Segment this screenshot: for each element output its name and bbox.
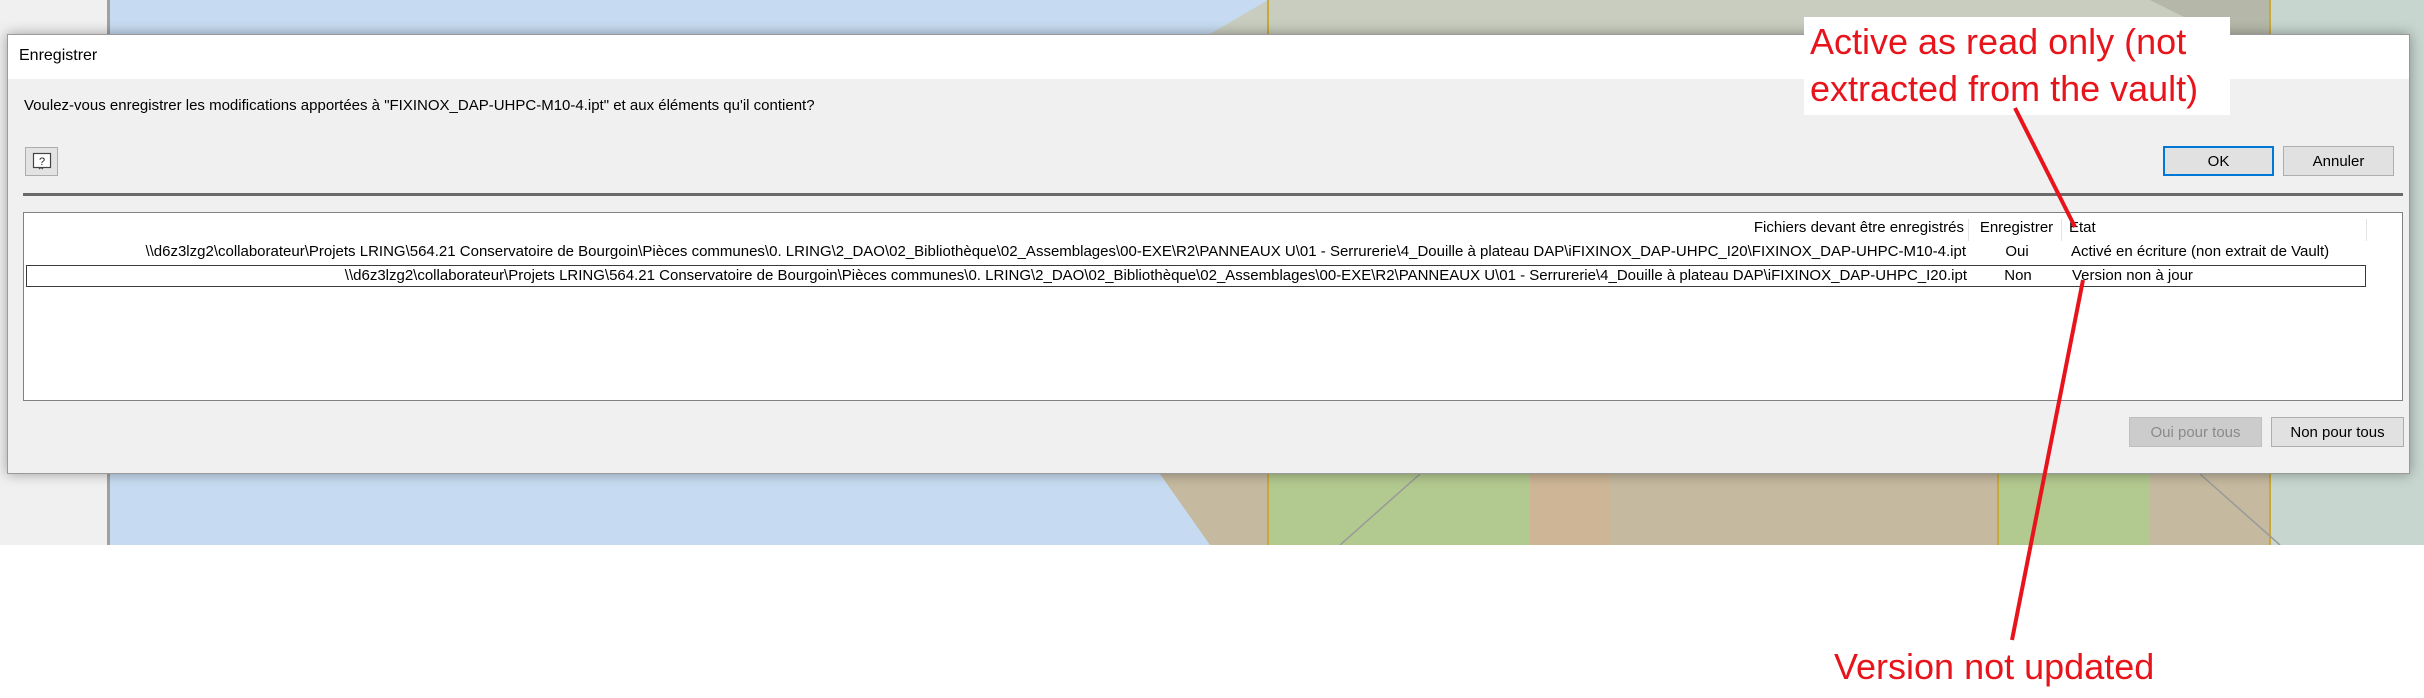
model-face-green-right <box>1998 474 2150 545</box>
help-button[interactable]: ? <box>25 147 58 176</box>
column-header-save[interactable]: Enregistrer <box>1972 219 2062 241</box>
annotation-line: Active as read only (not <box>1810 21 2187 62</box>
cancel-button[interactable]: Annuler <box>2283 146 2394 176</box>
column-header-files[interactable]: Fichiers devant être enregistrés <box>24 219 1969 241</box>
annotation-line: extracted from the vault) <box>1810 68 2199 109</box>
files-to-save-list[interactable]: Fichiers devant être enregistrés Enregis… <box>23 212 2403 401</box>
column-header-state[interactable]: Etat <box>2067 219 2367 241</box>
file-path-cell: \\d6z3lzg2\collaborateur\Projets LRING\5… <box>344 267 1967 284</box>
yes-to-all-button: Oui pour tous <box>2129 417 2262 447</box>
dialog-title: Enregistrer <box>19 47 98 64</box>
no-to-all-button[interactable]: Non pour tous <box>2271 417 2404 447</box>
file-state-cell: Activé en écriture (non extrait de Vault… <box>2071 243 2330 260</box>
annotation-active-read-only: Active as read only (not extracted from … <box>1810 18 2198 112</box>
model-face-green-left <box>1268 474 1530 545</box>
save-choice-cell[interactable]: Non <box>1973 267 2063 284</box>
svg-text:?: ? <box>38 156 44 168</box>
help-icon: ? <box>32 152 51 169</box>
model-face-tan <box>1530 474 1610 545</box>
list-row[interactable]: \\d6z3lzg2\collaborateur\Projets LRING\5… <box>26 265 2366 287</box>
separator <box>23 193 2403 196</box>
ok-button[interactable]: OK <box>2163 146 2274 176</box>
save-question-text: Voulez-vous enregistrer les modification… <box>24 97 815 114</box>
annotation-version-not-updated: Version not updated <box>1834 646 2155 687</box>
save-choice-cell[interactable]: Oui <box>1972 243 2062 260</box>
file-state-cell: Version non à jour <box>2072 267 2193 284</box>
file-path-cell: \\d6z3lzg2\collaborateur\Projets LRING\5… <box>145 243 1966 260</box>
list-row[interactable]: \\d6z3lzg2\collaborateur\Projets LRING\5… <box>26 242 2366 264</box>
